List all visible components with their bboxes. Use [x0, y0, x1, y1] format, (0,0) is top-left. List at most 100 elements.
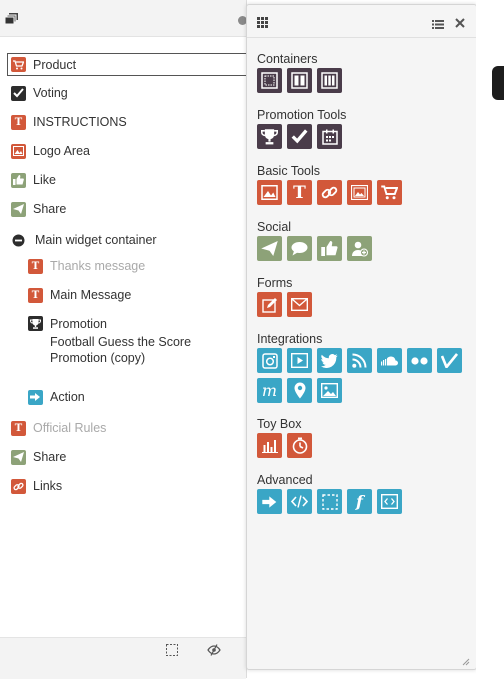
- layer-item-product[interactable]: Product: [7, 53, 253, 76]
- envelope-icon[interactable]: [287, 292, 312, 317]
- function-icon[interactable]: f: [347, 489, 372, 514]
- resize-handle-icon[interactable]: [462, 655, 470, 669]
- embed-icon[interactable]: [377, 489, 402, 514]
- paper-plane-icon: [11, 201, 26, 217]
- text-icon[interactable]: T: [287, 180, 312, 205]
- image-icon[interactable]: [257, 180, 282, 205]
- layer-item-voting[interactable]: Voting: [11, 82, 68, 104]
- layer-item-share[interactable]: Share: [11, 198, 66, 220]
- image-icon: [11, 143, 26, 159]
- trophy-icon: [28, 316, 43, 331]
- layer-item-promotion[interactable]: Promotion Football Guess the Score Promo…: [28, 314, 210, 374]
- link-icon[interactable]: [317, 180, 342, 205]
- paper-plane-icon: [11, 449, 26, 465]
- widgets-panel-header: [247, 5, 476, 38]
- arrow-icon[interactable]: [257, 489, 282, 514]
- rss-icon[interactable]: [347, 348, 372, 373]
- background-strip: [476, 0, 504, 678]
- layer-item-share-2[interactable]: Share: [11, 446, 66, 468]
- widgets-panel: Containers Promotion Tools Basic Tools T…: [246, 4, 477, 670]
- flickr-icon[interactable]: [407, 348, 432, 373]
- grid-menu-icon[interactable]: [257, 17, 268, 31]
- two-column-icon[interactable]: [287, 68, 312, 93]
- layer-item-instructions[interactable]: T INSTRUCTIONS: [11, 111, 127, 133]
- visibility-toggle-icon[interactable]: [207, 644, 221, 659]
- text-icon: T: [11, 420, 26, 436]
- code-icon[interactable]: [287, 489, 312, 514]
- vine-icon[interactable]: [437, 348, 462, 373]
- section-title-basic-tools: Basic Tools: [257, 164, 320, 178]
- selection-box-icon[interactable]: [166, 644, 178, 659]
- instagram-icon[interactable]: [257, 348, 282, 373]
- layer-item-main-message[interactable]: T Main Message: [28, 284, 131, 306]
- layer-sublabel: Football Guess the Score Promotion (copy…: [50, 335, 192, 365]
- mailchimp-icon[interactable]: m: [257, 378, 282, 403]
- list-view-icon[interactable]: [432, 18, 444, 32]
- tiles-social: [257, 236, 472, 266]
- paper-plane-icon[interactable]: [257, 236, 282, 261]
- tiles-containers: [257, 68, 472, 98]
- layer-item-thanks-message[interactable]: T Thanks message: [28, 255, 145, 277]
- check-icon[interactable]: [287, 124, 312, 149]
- layer-item-official-rules[interactable]: T Official Rules: [11, 417, 106, 439]
- trophy-icon[interactable]: [257, 124, 282, 149]
- text-icon: T: [28, 287, 43, 303]
- tiles-basic-tools: T: [257, 180, 472, 210]
- soundcloud-icon[interactable]: [377, 348, 402, 373]
- layer-label: Promotion: [50, 317, 107, 331]
- thumbs-up-icon[interactable]: [317, 236, 342, 261]
- section-title-advanced: Advanced: [257, 473, 313, 487]
- minus-circle-icon[interactable]: [11, 233, 26, 248]
- layer-label: Links: [33, 479, 63, 493]
- tiles-advanced: f: [257, 489, 472, 519]
- arrow-icon: [28, 389, 43, 405]
- section-title-toy-box: Toy Box: [257, 417, 302, 431]
- add-user-icon[interactable]: [347, 236, 372, 261]
- layer-label: Share: [33, 202, 67, 216]
- slideshow-icon[interactable]: [347, 180, 372, 205]
- section-title-integrations: Integrations: [257, 332, 323, 346]
- layers-panel-header: [0, 0, 247, 37]
- tiles-forms: [257, 292, 472, 322]
- layer-label: Product: [33, 57, 77, 72]
- layer-label: Voting: [33, 86, 68, 100]
- grid-container-icon[interactable]: [257, 68, 282, 93]
- three-column-icon[interactable]: [317, 68, 342, 93]
- layer-label: INSTRUCTIONS: [33, 115, 127, 129]
- layer-item-main-widget-container[interactable]: Main widget container: [11, 229, 157, 251]
- layer-item-like[interactable]: Like: [11, 169, 56, 191]
- check-icon: [11, 85, 26, 101]
- layer-item-links[interactable]: Links: [11, 475, 62, 497]
- cart-icon[interactable]: [377, 180, 402, 205]
- timer-icon[interactable]: [287, 433, 312, 458]
- layer-item-action[interactable]: Action: [28, 386, 85, 408]
- bar-chart-icon[interactable]: [257, 433, 282, 458]
- section-title-promotion-tools: Promotion Tools: [257, 108, 347, 122]
- edit-form-icon[interactable]: [257, 292, 282, 317]
- layers-panel-footer: [0, 637, 246, 679]
- close-icon[interactable]: [455, 17, 465, 31]
- twitter-icon[interactable]: [317, 348, 342, 373]
- calendar-icon[interactable]: [317, 124, 342, 149]
- side-tab[interactable]: [492, 66, 504, 100]
- speech-bubble-icon[interactable]: [287, 236, 312, 261]
- section-title-containers: Containers: [257, 52, 318, 66]
- layer-item-logo-area[interactable]: Logo Area: [11, 140, 90, 162]
- tiles-promotion-tools: [257, 124, 472, 154]
- layers-panel: Product Voting T INSTRUCTIONS Logo Area …: [0, 0, 253, 679]
- picture-icon[interactable]: [317, 378, 342, 403]
- layer-label: Main Message: [50, 288, 132, 302]
- layer-label: Share: [33, 450, 67, 464]
- link-icon: [11, 478, 26, 494]
- text-icon: T: [28, 258, 43, 274]
- selection-box-icon[interactable]: [317, 489, 342, 514]
- section-title-social: Social: [257, 220, 292, 234]
- section-title-forms: Forms: [257, 276, 293, 290]
- layers-icon[interactable]: [4, 13, 19, 28]
- tiles-integrations: m: [257, 348, 472, 408]
- layer-label: Like: [33, 173, 56, 187]
- layer-label: Official Rules: [33, 421, 107, 435]
- map-pin-icon[interactable]: [287, 378, 312, 403]
- video-play-icon[interactable]: [287, 348, 312, 373]
- tiles-toy-box: [257, 433, 472, 463]
